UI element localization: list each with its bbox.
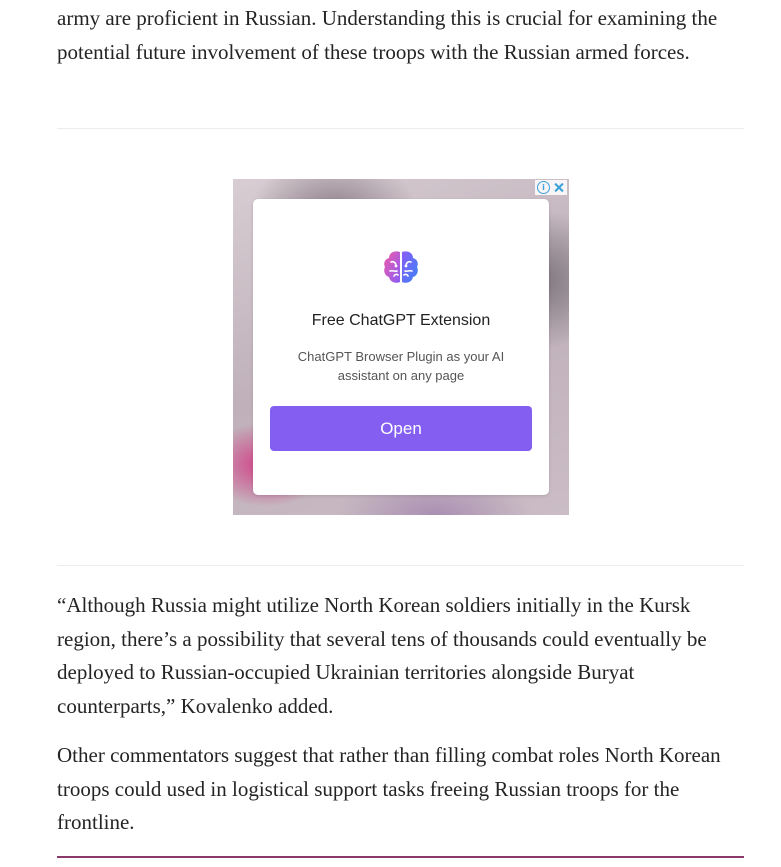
article-paragraph-quote: “Although Russia might utilize North Kor… [57,593,707,718]
brain-icon [384,251,418,283]
ad-title[interactable]: Free ChatGPT Extension [253,312,549,330]
divider-top [57,128,744,129]
divider-bottom [57,565,744,566]
ad-close-icon[interactable] [552,181,565,194]
ad-card[interactable]: Free ChatGPT Extension ChatGPT Browser P… [253,199,549,495]
ad-open-button[interactable]: Open [270,406,532,451]
ad-container[interactable]: i Free ChatGPT Extension ChatGPT Browser… [233,179,569,515]
accent-rule [57,856,744,858]
ad-info-icon[interactable]: i [537,181,550,194]
article-paragraph-other: Other commentators suggest that rather t… [57,743,721,834]
ad-controls: i [535,180,567,195]
article-paragraph-top: army are proficient in Russian. Understa… [57,6,718,64]
ad-description: ChatGPT Browser Plugin as your AI assist… [297,349,505,383]
